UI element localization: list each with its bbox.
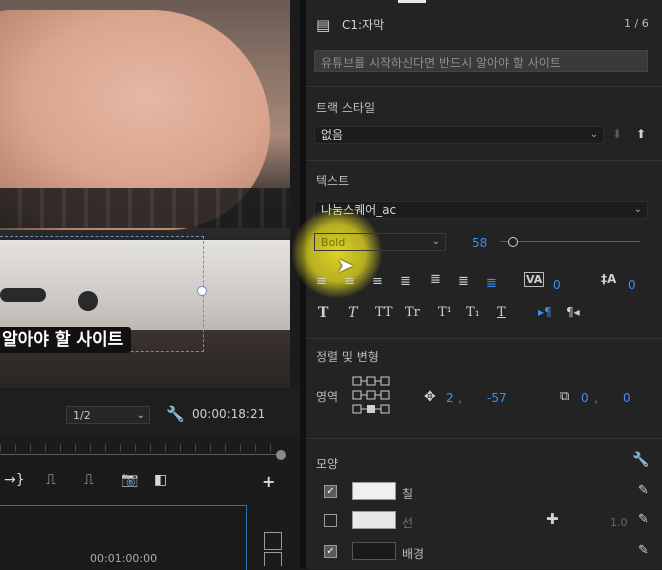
leading-icon: ‡A bbox=[601, 272, 617, 286]
superscript-icon[interactable]: T¹ bbox=[438, 305, 452, 320]
section-divider bbox=[306, 438, 662, 439]
align-transform-heading: 정렬 및 변형 bbox=[316, 350, 379, 364]
push-up-icon[interactable]: ⬆ bbox=[636, 127, 646, 141]
wrench-icon[interactable]: 🔧 bbox=[166, 405, 185, 423]
stroke-width-value[interactable]: 1.0 bbox=[610, 516, 628, 529]
timeline-track-icon[interactable] bbox=[264, 552, 282, 566]
active-tab-indicator bbox=[398, 0, 426, 3]
justify-last-left-icon[interactable]: ≣ bbox=[400, 274, 411, 289]
track-style-value: 없음 bbox=[321, 128, 344, 142]
export-frame-icon[interactable]: 📷 bbox=[121, 472, 138, 488]
fill-color-swatch[interactable] bbox=[352, 482, 396, 500]
faux-bold-icon[interactable]: T bbox=[318, 305, 328, 321]
track-style-select[interactable]: 없음 ⌄ bbox=[314, 126, 604, 144]
eyedropper-icon[interactable]: ✎ bbox=[638, 543, 649, 558]
video-keyboard bbox=[0, 188, 290, 228]
stroke-label: 선 bbox=[402, 516, 414, 530]
position-move-icon: ✥ bbox=[424, 389, 436, 405]
tracking-icon: VA bbox=[524, 272, 545, 287]
section-divider bbox=[306, 160, 662, 161]
font-style-value: Bold bbox=[321, 236, 346, 249]
monitor-ruler-ticks bbox=[0, 444, 282, 452]
text-layer-input-value: 유튜브를 시작하신다면 반드시 알아야 할 사이트 bbox=[321, 56, 561, 70]
faux-italic-icon[interactable]: T bbox=[348, 305, 357, 321]
leading-value[interactable]: 0 bbox=[628, 278, 636, 292]
clip-name: C1:자막 bbox=[342, 18, 385, 32]
region-grid-icon[interactable] bbox=[352, 376, 392, 416]
appearance-heading: 모양 bbox=[316, 457, 339, 471]
stroke-color-swatch[interactable] bbox=[352, 511, 396, 529]
text-heading: 텍스트 bbox=[316, 174, 350, 188]
rtl-paragraph-icon[interactable]: ¶◂ bbox=[566, 305, 580, 319]
page-counter: 1 / 6 bbox=[624, 17, 649, 30]
transport-controls: →} ⎍ ⎍ 📷 ◧ + bbox=[0, 472, 290, 492]
all-caps-icon[interactable]: TT bbox=[375, 305, 393, 320]
playback-resolution-select[interactable]: 1/2 ⌄ bbox=[66, 406, 150, 424]
anchor-y-value[interactable]: 0 bbox=[623, 391, 631, 405]
extract-icon[interactable]: ⎍ bbox=[84, 472, 94, 488]
stroke-checkbox[interactable] bbox=[324, 514, 337, 527]
track-style-heading: 트랙 스타일 bbox=[316, 101, 376, 115]
align-left-icon[interactable]: ≡ bbox=[316, 274, 327, 289]
background-color-swatch[interactable] bbox=[352, 542, 396, 560]
small-caps-icon[interactable]: Tr bbox=[405, 305, 420, 320]
eyedropper-icon[interactable]: ✎ bbox=[638, 512, 649, 527]
position-x-value[interactable]: 2 bbox=[446, 391, 454, 405]
program-monitor-video[interactable]: 알아야 할 사이트 bbox=[0, 0, 290, 388]
chevron-down-icon: ⌄ bbox=[633, 204, 642, 215]
fill-checkbox[interactable]: ✓ bbox=[324, 485, 337, 498]
justify-last-center-icon[interactable]: ≣ bbox=[430, 272, 441, 287]
anchor-x-value[interactable]: 0 bbox=[581, 391, 589, 405]
subtitle-caption[interactable]: 알아야 할 사이트 bbox=[0, 327, 132, 353]
position-y-value[interactable]: -57 bbox=[487, 391, 507, 405]
align-right-icon[interactable]: ≡ bbox=[372, 274, 383, 289]
chevron-down-icon: ⌄ bbox=[431, 236, 440, 247]
underline-icon[interactable]: T bbox=[497, 305, 506, 320]
section-divider bbox=[306, 338, 662, 339]
anchor-point-icon: ⧉ bbox=[560, 389, 570, 404]
justify-all-icon[interactable]: ≣ bbox=[486, 276, 497, 291]
push-down-icon[interactable]: ⬇ bbox=[612, 127, 622, 141]
wrench-icon[interactable]: 🔧 bbox=[632, 452, 649, 468]
value-separator: , bbox=[594, 391, 598, 405]
monitor-scrub-endpoint[interactable] bbox=[276, 450, 286, 460]
ltr-paragraph-icon[interactable]: ▸¶ bbox=[538, 305, 552, 319]
add-button-icon[interactable]: + bbox=[262, 472, 275, 491]
chevron-down-icon: ⌄ bbox=[589, 129, 598, 140]
section-divider bbox=[306, 86, 662, 87]
justify-last-right-icon[interactable]: ≣ bbox=[458, 274, 469, 289]
background-label: 배경 bbox=[402, 547, 425, 561]
background-checkbox[interactable]: ✓ bbox=[324, 545, 337, 558]
subscript-icon[interactable]: T₁ bbox=[466, 305, 480, 320]
fill-label: 칠 bbox=[402, 487, 414, 501]
go-to-out-icon[interactable]: →} bbox=[4, 472, 25, 488]
text-layer-icon: ▤ bbox=[316, 16, 331, 34]
region-label: 영역 bbox=[316, 390, 339, 404]
add-stroke-icon[interactable]: ✚ bbox=[546, 510, 559, 528]
compare-icon[interactable]: ◧ bbox=[154, 472, 167, 488]
timeline-track-icon[interactable] bbox=[264, 532, 282, 550]
eyedropper-icon[interactable]: ✎ bbox=[638, 483, 649, 498]
font-size-slider-track[interactable] bbox=[500, 241, 640, 242]
monitor-scrub-bar[interactable] bbox=[0, 454, 282, 455]
monitor-timecode: 00:00:18:21 bbox=[192, 407, 266, 421]
font-style-select[interactable]: Bold ⌄ bbox=[314, 233, 446, 251]
timeline-timecode: 00:01:00:00 bbox=[90, 552, 158, 565]
font-size-value[interactable]: 58 bbox=[472, 236, 487, 250]
chevron-down-icon: ⌄ bbox=[136, 410, 145, 421]
bounding-box-handle[interactable] bbox=[197, 286, 207, 296]
playback-resolution-value: 1/2 bbox=[73, 409, 91, 422]
lift-icon[interactable]: ⎍ bbox=[46, 472, 56, 488]
value-separator: , bbox=[458, 391, 462, 405]
text-layer-input[interactable]: 유튜브를 시작하신다면 반드시 알아야 할 사이트 bbox=[314, 50, 648, 72]
tracking-value[interactable]: 0 bbox=[553, 278, 561, 292]
align-center-icon[interactable]: ≡ bbox=[344, 274, 355, 289]
